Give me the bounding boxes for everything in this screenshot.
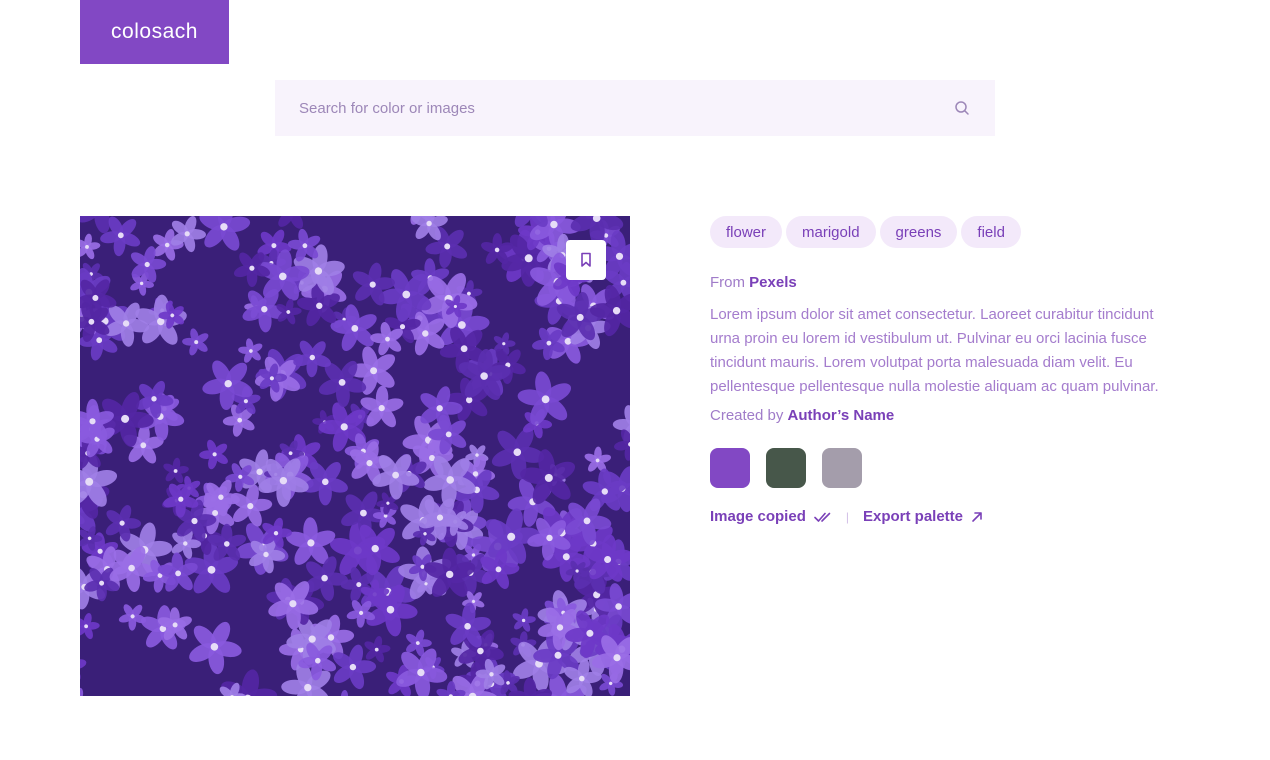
export-palette-label: Export palette [862,508,964,525]
tag[interactable]: field [961,216,1021,248]
search-icon[interactable] [953,99,971,117]
palette-swatch[interactable] [710,448,750,488]
tag[interactable]: flower [710,216,783,248]
palette [710,448,1180,488]
flower-image [80,216,630,696]
source-prefix: From [710,274,745,291]
logo[interactable]: colosach [80,0,229,64]
copy-image-label: Image copied [710,508,806,525]
source-line: From Pexels [710,274,1180,291]
author-link[interactable]: Author’s Name [788,407,895,424]
author-line: Created by Author’s Name [710,407,1180,424]
tag[interactable]: marigold [786,216,876,248]
action-row: Image copied | Export palette [710,508,1180,525]
search-input[interactable] [299,99,953,117]
bookmark-icon [581,252,591,267]
bookmark-button[interactable] [566,240,606,280]
tag[interactable]: greens [879,216,958,248]
arrow-up-right-icon [972,511,982,522]
source-link[interactable]: Pexels [749,274,797,291]
export-palette-button[interactable]: Export palette [863,508,983,525]
page: colosach flower marigold greens field Fr… [0,0,1270,760]
copy-image-button[interactable]: Image copied [710,508,832,525]
palette-swatch[interactable] [822,448,862,488]
double-check-icon [814,512,831,522]
palette-swatch[interactable] [766,448,806,488]
image-details: flower marigold greens field From Pexels… [710,216,1180,525]
image-description: Lorem ipsum dolor sit amet consectetur. … [710,306,1159,395]
logo-text: colosach [111,20,198,43]
action-divider: | [845,509,849,524]
author-prefix: Created by [710,407,784,424]
tag-list: flower marigold greens field [710,216,1180,248]
search-bar [275,80,995,136]
